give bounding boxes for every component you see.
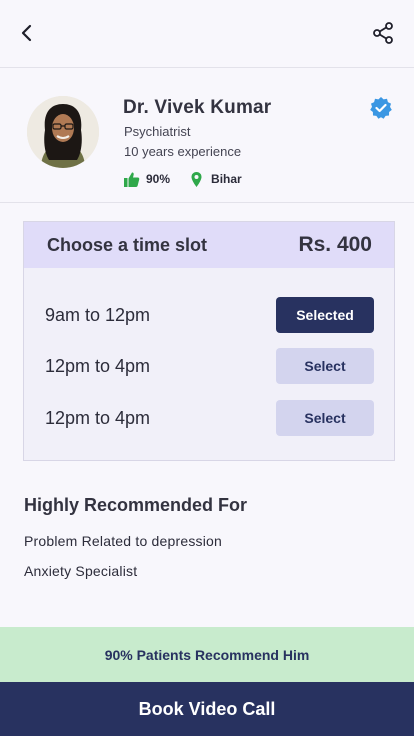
book-video-call-button[interactable]: Book Video Call <box>0 682 414 736</box>
recommended-item: Problem Related to depression <box>24 533 223 549</box>
select-slot-button[interactable]: Select <box>276 348 374 384</box>
recommendation-banner: 90% Patients Recommend Him <box>0 627 414 682</box>
time-slot-row: 12pm to 4pm Select <box>24 400 394 438</box>
share-button[interactable] <box>370 20 396 46</box>
book-video-call-label: Book Video Call <box>138 698 276 719</box>
time-slot-row: 9am to 12pm Selected <box>24 297 394 335</box>
time-slot-row: 12pm to 4pm Select <box>24 348 394 386</box>
time-slot-label: 9am to 12pm <box>45 305 151 325</box>
top-bar <box>0 0 414 68</box>
doctor-stats: 90% Bihar <box>123 170 242 188</box>
selected-slot-button[interactable]: Selected <box>276 297 374 333</box>
select-slot-button[interactable]: Select <box>276 400 374 436</box>
doctor-profile-card: Dr. Vivek Kumar Psychiatrist 10 years ex… <box>0 68 414 203</box>
location-pin-icon <box>188 171 205 188</box>
time-slot-title: Choose a time slot <box>47 235 208 255</box>
doctor-experience: 10 years experience <box>124 144 242 159</box>
location-value: Bihar <box>211 172 242 186</box>
chevron-left-icon <box>21 24 32 42</box>
doctor-specialty: Psychiatrist <box>124 124 191 139</box>
time-slot-header: Choose a time slot Rs. 400 <box>24 222 394 268</box>
doctor-profile-screen: Dr. Vivek Kumar Psychiatrist 10 years ex… <box>0 0 414 736</box>
back-button[interactable] <box>14 20 40 46</box>
time-slot-card: Choose a time slot Rs. 400 9am to 12pm S… <box>23 221 395 461</box>
doctor-name: Dr. Vivek Kumar <box>123 97 272 118</box>
avatar <box>27 96 99 168</box>
time-slot-label: 12pm to 4pm <box>45 356 151 376</box>
share-icon <box>373 22 393 44</box>
recommendation-text: 90% Patients Recommend Him <box>104 646 310 663</box>
time-slot-label: 12pm to 4pm <box>45 408 151 428</box>
consultation-price: Rs. 400 <box>298 233 372 256</box>
recommended-title: Highly Recommended For <box>24 495 248 515</box>
verified-badge-icon <box>369 96 393 120</box>
rating-value: 90% <box>146 172 171 186</box>
recommended-item: Anxiety Specialist <box>24 563 138 579</box>
thumbs-up-icon <box>123 171 140 188</box>
